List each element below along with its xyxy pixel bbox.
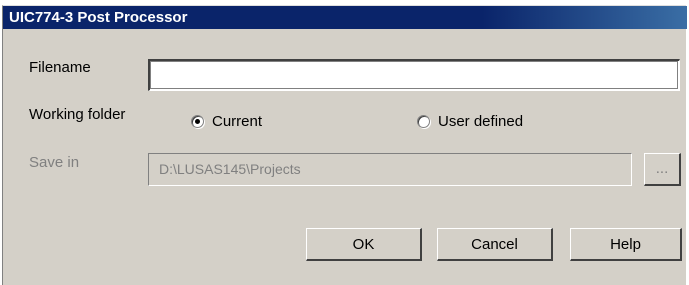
title-bar: UIC774-3 Post Processor [3,6,687,29]
radio-current[interactable] [191,115,204,128]
filename-input[interactable] [148,59,680,91]
radio-current-label[interactable]: Current [212,113,262,130]
radio-user-defined-label[interactable]: User defined [438,113,523,130]
browse-button: ... [644,153,681,186]
filename-label: Filename [29,59,91,76]
cancel-button[interactable]: Cancel [437,228,553,261]
post-processor-dialog: UIC774-3 Post Processor Filename Working… [2,5,687,285]
radio-user-defined[interactable] [417,115,430,128]
radio-selected-dot [195,119,200,124]
working-folder-label: Working folder [29,106,126,123]
ok-button[interactable]: OK [306,228,422,261]
help-button[interactable]: Help [570,228,682,261]
save-in-label: Save in [29,154,80,171]
save-in-path-field: D:\LUSAS145\Projects [148,153,632,186]
